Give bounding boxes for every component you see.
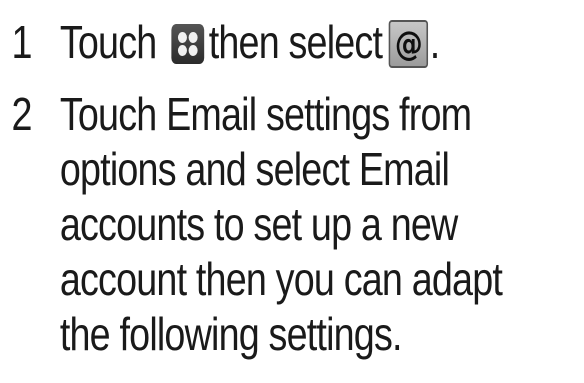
email-at-icon: @ bbox=[388, 20, 429, 68]
step-line: account then you can adapt bbox=[59, 253, 503, 305]
step-line: the following settings. bbox=[59, 308, 403, 360]
step-text-period: . bbox=[429, 16, 440, 68]
step-line: Touch Email settings from bbox=[59, 88, 472, 140]
step-number: 2 bbox=[11, 88, 32, 140]
apps-grid-icon bbox=[170, 24, 204, 64]
step-number: 1 bbox=[11, 16, 32, 68]
step-line: options and select Email bbox=[59, 143, 450, 195]
step-text: Touch Email settings from options and se… bbox=[59, 87, 503, 362]
step-text: Touch then select @. bbox=[59, 15, 440, 70]
step-line: accounts to set up a new bbox=[59, 198, 458, 250]
emphasis-email: Email bbox=[358, 143, 450, 195]
instruction-steps: 1 Touch then select @. 2 Touch Email sett… bbox=[0, 0, 584, 383]
step-text-then-select: then select bbox=[208, 16, 383, 68]
step-text-touch: Touch bbox=[59, 16, 157, 68]
